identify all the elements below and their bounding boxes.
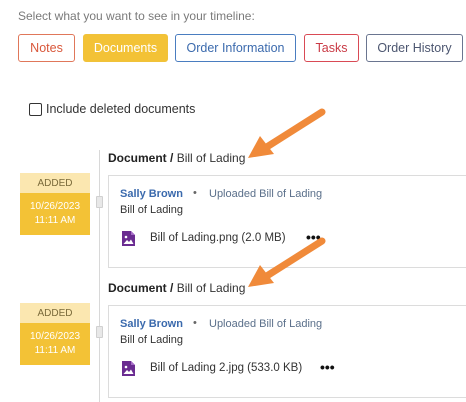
- filter-notes-button[interactable]: Notes: [18, 34, 75, 62]
- entry-date: 10/26/2023: [29, 331, 81, 342]
- filter-order-history-button[interactable]: Order History: [366, 34, 463, 62]
- timeline-connector: [96, 326, 103, 338]
- separator-dot: •: [193, 187, 197, 199]
- entry-title: Document / Bill of Lading: [108, 151, 245, 165]
- timestamp-badge: 10/26/2023 11:11 AM: [20, 323, 90, 365]
- filter-documents-button[interactable]: Documents: [83, 34, 168, 62]
- entry-date: 10/26/2023: [29, 201, 81, 212]
- timeline-card: Sally Brown • Uploaded Bill of Lading Bi…: [108, 305, 466, 398]
- timeline-prompt: Select what you want to see in your time…: [18, 9, 255, 23]
- activity-text: Uploaded Bill of Lading: [209, 318, 323, 330]
- entry-title: Document / Bill of Lading: [108, 281, 245, 295]
- entry-title-prefix: Document /: [108, 151, 174, 165]
- timestamp-badge: 10/26/2023 11:11 AM: [20, 193, 90, 235]
- annotation-arrow-icon: [248, 237, 326, 287]
- entry-time: 11:11 AM: [34, 215, 76, 226]
- separator-dot: •: [193, 317, 197, 329]
- entry-title-document: Bill of Lading: [176, 281, 246, 295]
- status-badge: ADDED: [20, 173, 90, 193]
- image-file-icon: [122, 231, 135, 246]
- include-deleted-checkbox[interactable]: [29, 103, 42, 116]
- entry-time: 11:11 AM: [34, 345, 76, 356]
- timeline-line: [99, 150, 100, 402]
- entry-title-document: Bill of Lading: [176, 151, 246, 165]
- document-type: Bill of Lading: [120, 204, 183, 216]
- document-type: Bill of Lading: [120, 334, 183, 346]
- include-deleted-label[interactable]: Include deleted documents: [46, 102, 195, 116]
- entry-title-prefix: Document /: [108, 281, 174, 295]
- file-link[interactable]: Bill of Lading 2.jpg (533.0 KB): [150, 362, 302, 374]
- author-link[interactable]: Sally Brown: [120, 318, 183, 330]
- annotation-arrow-icon: [248, 108, 326, 158]
- status-badge: ADDED: [20, 303, 90, 323]
- more-options-icon[interactable]: •••: [320, 359, 335, 375]
- author-link[interactable]: Sally Brown: [120, 188, 183, 200]
- timeline-connector: [96, 196, 103, 208]
- filter-tasks-button[interactable]: Tasks: [304, 34, 359, 62]
- activity-text: Uploaded Bill of Lading: [209, 188, 323, 200]
- image-file-icon: [122, 361, 135, 376]
- filter-order-information-button[interactable]: Order Information: [175, 34, 296, 62]
